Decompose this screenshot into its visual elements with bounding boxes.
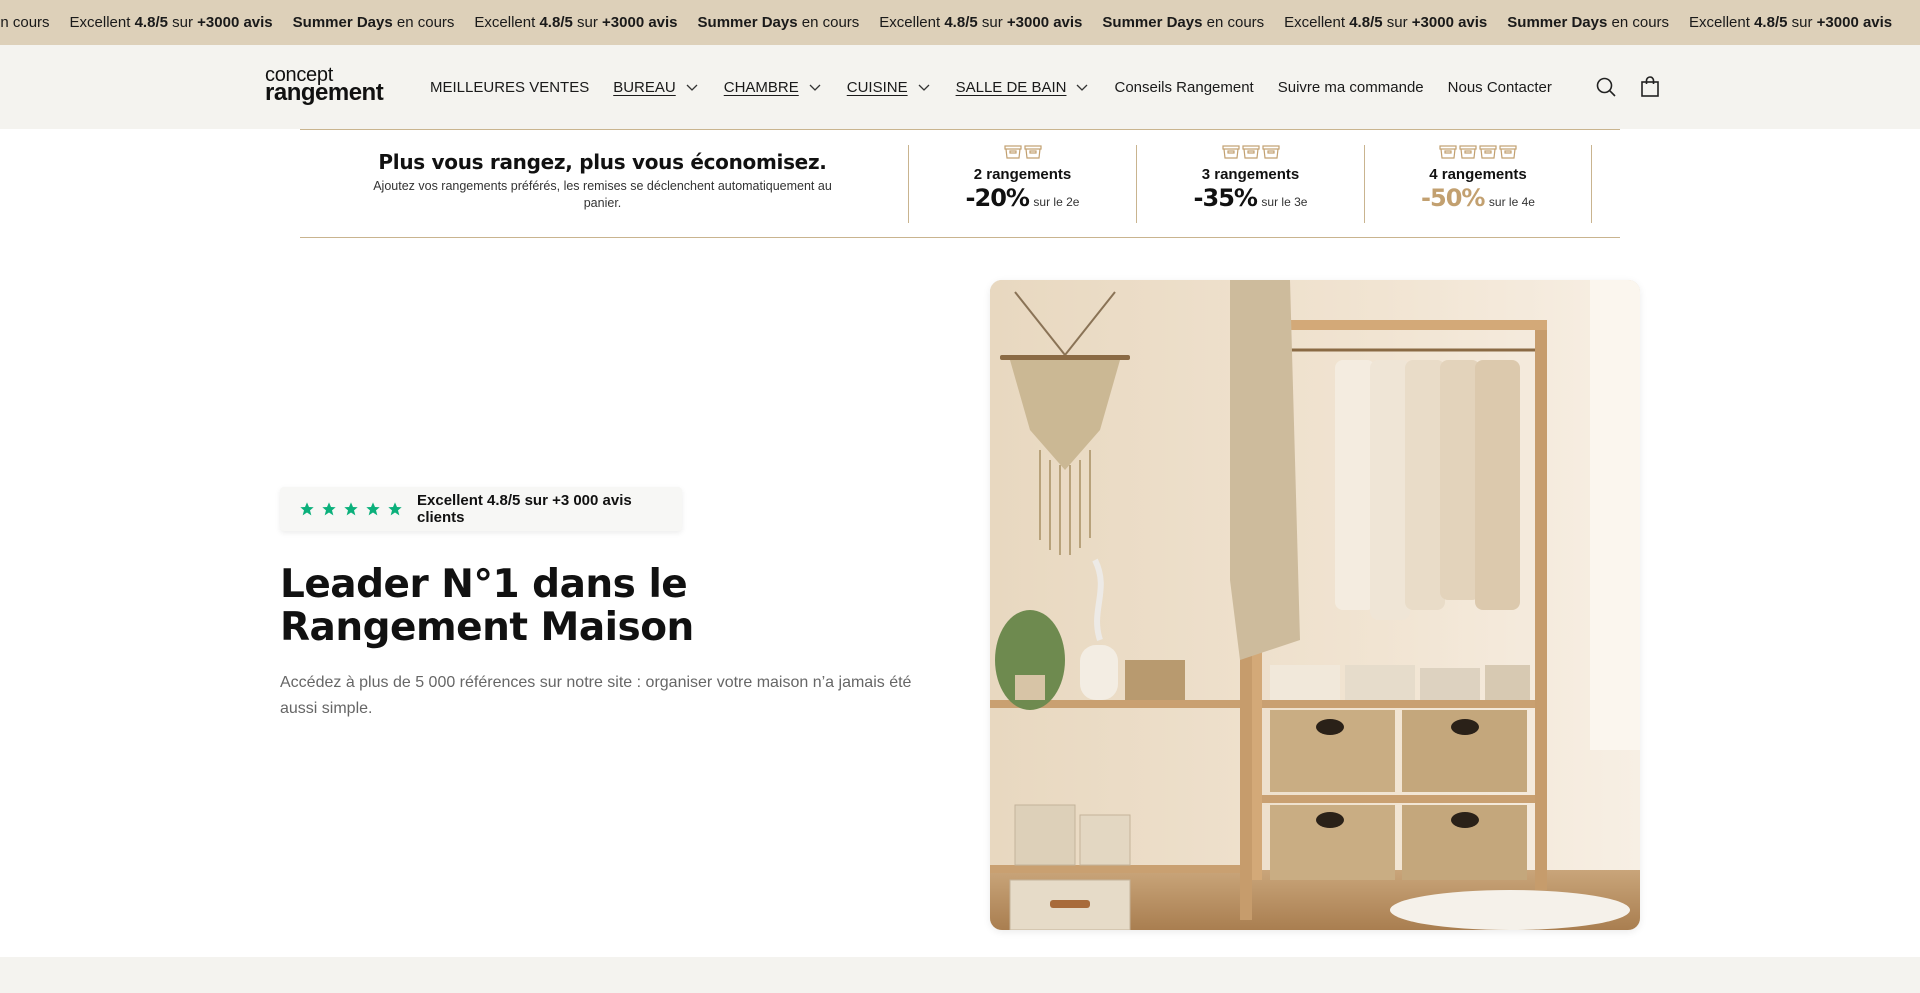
nav-label: Nous Contacter bbox=[1447, 78, 1552, 96]
tier-name: 3 rangements bbox=[1201, 166, 1300, 183]
nav-label: BUREAU bbox=[613, 78, 676, 96]
nav-label: CUISINE bbox=[846, 78, 908, 96]
nav-chambre[interactable]: CHAMBRE bbox=[724, 79, 823, 96]
search-icon[interactable] bbox=[1594, 75, 1618, 99]
marquee-track: en cours Excellent 4.8/5 sur +3000 avis Su… bbox=[0, 0, 1912, 45]
tier-discount: -50% sur le 4e bbox=[1365, 184, 1591, 212]
hero-title: Leader N°1 dans le Rangement Maison bbox=[280, 562, 694, 650]
tier-name: 2 rangements bbox=[973, 166, 1072, 183]
nav-label: MEILLEURES VENTES bbox=[430, 78, 590, 96]
nav-label: Conseils Rangement bbox=[1114, 78, 1254, 96]
storage-box-icon bbox=[1365, 145, 1591, 163]
discount-tier: 3 rangements -35% sur le 3e bbox=[1136, 145, 1364, 223]
star-icon bbox=[387, 501, 403, 517]
site-header: concept rangement MEILLEURES VENTES BUREA… bbox=[0, 45, 1920, 129]
star-icon bbox=[321, 501, 337, 517]
site-logo[interactable]: concept rangement bbox=[265, 65, 390, 105]
marquee-item-rating: Excellent 4.8/5 sur +3000 avis bbox=[879, 14, 1083, 31]
marquee-item-promo: Summer Days en cours bbox=[1102, 14, 1265, 31]
bundle-discount-subtitle: Ajoutez vos rangements préférés, les rem… bbox=[373, 179, 832, 210]
discount-tier: 4 rangements -50% sur le 4e bbox=[1364, 145, 1592, 223]
star-icon bbox=[343, 501, 359, 517]
rating-text: Excellent 4.8/5 sur +3 000 avis clients bbox=[417, 492, 632, 526]
nav-cuisine[interactable]: CUISINE bbox=[847, 79, 932, 96]
next-section-strip bbox=[0, 957, 1920, 993]
hero-description: Accédez à plus de 5 000 références sur n… bbox=[280, 674, 912, 717]
marquee-item-rating: Excellent 4.8/5 sur +3000 avis bbox=[1689, 14, 1893, 31]
bundle-discount-title: Plus vous rangez, plus vous économisez. bbox=[378, 150, 827, 174]
tier-note: sur le 3e bbox=[1261, 195, 1308, 209]
nav-label: CHAMBRE bbox=[723, 78, 799, 96]
nav-bureau[interactable]: BUREAU bbox=[613, 79, 700, 96]
chevron-down-icon bbox=[684, 79, 700, 95]
tier-note: sur le 4e bbox=[1488, 195, 1535, 209]
tier-discount: -35% sur le 3e bbox=[1137, 184, 1364, 212]
main-nav: MEILLEURES VENTES BUREAU CHAMBRE CUISINE SAL… bbox=[430, 45, 1576, 129]
storage-box-icon bbox=[909, 145, 1136, 163]
nav-salle-de-bain[interactable]: SALLE DE BAIN bbox=[956, 79, 1091, 96]
star-icon bbox=[299, 501, 315, 517]
nav-nous-contacter[interactable]: Nous Contacter bbox=[1448, 79, 1552, 96]
chevron-down-icon bbox=[807, 79, 823, 95]
marquee-item-promo: Summer Days en cours bbox=[697, 14, 860, 31]
tier-discount: -20% sur le 2e bbox=[909, 184, 1136, 212]
announcement-marquee: en cours Excellent 4.8/5 sur +3000 avis Su… bbox=[0, 0, 1920, 45]
marquee-item-tail: en cours bbox=[0, 14, 50, 31]
marquee-item-rating: Excellent 4.8/5 sur +3000 avis bbox=[474, 14, 678, 31]
shopping-bag-icon[interactable] bbox=[1638, 75, 1662, 99]
marquee-item-promo: Summer Days en cours bbox=[1507, 14, 1670, 31]
logo-line-2: rangement bbox=[265, 79, 384, 106]
chevron-down-icon bbox=[916, 79, 932, 95]
bundle-discount-bar: Plus vous rangez, plus vous économisez. … bbox=[300, 129, 1620, 238]
tier-percent: -50% bbox=[1421, 184, 1485, 212]
nav-meilleures-ventes[interactable]: MEILLEURES VENTES bbox=[430, 79, 589, 96]
tier-note: sur le 2e bbox=[1033, 195, 1080, 209]
chevron-down-icon bbox=[1074, 79, 1090, 95]
marquee-item-rating: Excellent 4.8/5 sur +3000 avis bbox=[1284, 14, 1488, 31]
storage-box-icon bbox=[1137, 145, 1364, 163]
marquee-item-rating: Excellent 4.8/5 sur +3000 avis bbox=[69, 14, 273, 31]
marquee-item-promo: Summer Days en cours bbox=[292, 14, 455, 31]
nav-conseils-rangement[interactable]: Conseils Rangement bbox=[1114, 79, 1253, 96]
tier-percent: -35% bbox=[1193, 184, 1258, 212]
star-icon bbox=[365, 501, 381, 517]
header-actions bbox=[1594, 75, 1662, 99]
tier-name: 4 rangements bbox=[1429, 166, 1527, 183]
rating-badge: Excellent 4.8/5 sur +3 000 avis clients bbox=[280, 487, 682, 531]
rating-stars bbox=[299, 501, 403, 517]
nav-label: SALLE DE BAIN bbox=[955, 78, 1067, 96]
tier-percent: -20% bbox=[965, 184, 1030, 212]
nav-label: Suivre ma commande bbox=[1277, 78, 1424, 96]
nav-suivre-commande[interactable]: Suivre ma commande bbox=[1278, 79, 1424, 96]
bundle-discount-intro: Plus vous rangez, plus vous économisez. … bbox=[360, 150, 845, 212]
hero-image-wardrobe bbox=[990, 280, 1640, 930]
discount-tier: 2 rangements -20% sur le 2e bbox=[908, 145, 1136, 223]
